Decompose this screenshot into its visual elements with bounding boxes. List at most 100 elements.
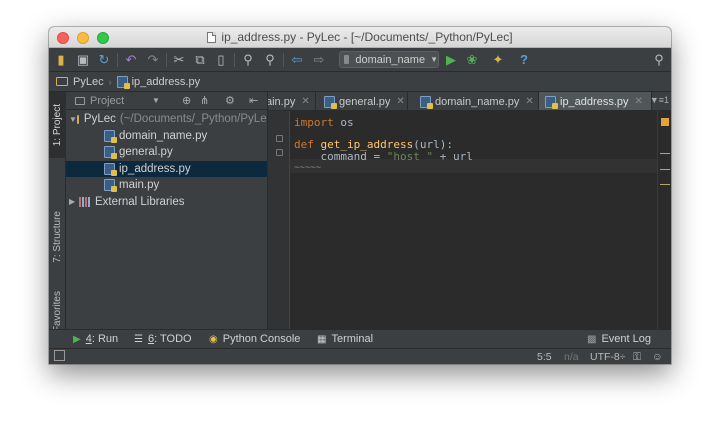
close-tab-icon[interactable]: ✕	[635, 96, 643, 107]
code-text: + url	[433, 150, 473, 163]
close-window-button[interactable]	[57, 32, 69, 44]
close-tab-icon[interactable]: ✕	[396, 96, 404, 107]
python-file-icon	[545, 95, 558, 109]
tab-label: domain_name.py	[435, 95, 520, 108]
tree-external-libraries[interactable]: ▶ External Libraries	[66, 194, 267, 211]
editor-tab-ip-address[interactable]: ip_address.py ✕	[539, 92, 652, 110]
sync-icon[interactable]: ↻	[96, 52, 112, 68]
terminal-label: Terminal	[331, 333, 374, 345]
hide-panel-icon[interactable]: ⇤	[249, 94, 258, 107]
project-panel-header: Project ▼ ⊕ ⋔ ⚙ ⇤	[66, 92, 267, 110]
tree-file[interactable]: main.py	[66, 177, 267, 194]
locate-icon[interactable]: ⊕	[182, 94, 191, 107]
editor-gutter[interactable]	[268, 111, 290, 329]
event-log-button[interactable]: ▩ Event Log	[587, 333, 651, 345]
gear-icon[interactable]: ⚙	[225, 94, 235, 107]
ide-window: ip_address.py - PyLec - [~/Documents/_Py…	[49, 27, 671, 364]
cut-icon[interactable]: ✂	[171, 52, 187, 68]
line-separator-status[interactable]: n/a	[564, 351, 579, 363]
todo-tool-button[interactable]: ☰ 6: TODO	[134, 333, 192, 345]
warning-marker[interactable]	[660, 184, 670, 185]
expand-down-icon[interactable]: ▼	[69, 115, 77, 124]
code-editor[interactable]: import os def get_ip_address(url): comma…	[290, 111, 657, 329]
tab-structure-label: 7: Structure	[52, 211, 63, 263]
run-label: : Run	[91, 333, 119, 345]
library-icon	[79, 196, 91, 207]
inspector-icon[interactable]: ☺	[652, 351, 663, 363]
project-panel: Project ▼ ⊕ ⋔ ⚙ ⇤ ▼ PyLec (~/Documents/_…	[66, 92, 268, 329]
toolbar-separator	[283, 53, 284, 67]
terminal-icon: ▦	[317, 333, 327, 345]
fold-marker-icon[interactable]	[276, 135, 283, 142]
python-console-icon: ◉	[209, 333, 218, 345]
breadcrumb-file[interactable]: ip_address.py	[132, 76, 201, 88]
tab-project-label: 1: Project	[52, 103, 63, 147]
editor-tab-domain-name[interactable]: domain_name.py ✕	[414, 92, 539, 110]
tree-file[interactable]: domain_name.py	[66, 128, 267, 145]
forward-icon[interactable]: ⇨	[311, 52, 327, 68]
copy-icon[interactable]: ⧉	[192, 52, 208, 68]
minimize-window-button[interactable]	[77, 32, 89, 44]
expand-right-icon[interactable]: ▶	[69, 197, 79, 206]
chevron-down-icon[interactable]: ▼	[152, 96, 160, 105]
tree-file-selected[interactable]: ip_address.py	[66, 160, 267, 177]
tool-window-bar: ▶ 4: Run ☰ 6: TODO ◉ Python Console ▦ Te…	[49, 329, 671, 348]
tab-label: ain.py	[268, 95, 296, 108]
run-icon: ▶	[73, 333, 81, 345]
lock-icon[interactable]: ⚿	[633, 351, 641, 364]
fold-marker-icon[interactable]	[276, 149, 283, 156]
coverage-icon[interactable]: ✦	[490, 52, 506, 68]
project-view-select[interactable]: Project	[90, 95, 124, 107]
search-icon[interactable]: ⚲	[651, 52, 667, 68]
python-file-icon	[116, 75, 130, 89]
breadcrumb-project[interactable]: PyLec	[73, 76, 104, 88]
error-stripe[interactable]	[657, 111, 671, 329]
terminal-button[interactable]: ▦ Terminal	[317, 333, 373, 345]
toolbar-separator	[166, 53, 167, 67]
undo-icon[interactable]: ↶	[123, 52, 139, 68]
navigation-breadcrumb: PyLec › ip_address.py	[49, 72, 671, 92]
collapse-all-icon[interactable]: ⋔	[200, 94, 209, 107]
toggle-tool-windows-icon[interactable]	[54, 350, 65, 361]
tree-root[interactable]: ▼ PyLec (~/Documents/_Python/PyLec	[66, 111, 267, 128]
tree-file[interactable]: general.py	[66, 144, 267, 161]
maximize-window-button[interactable]	[97, 32, 109, 44]
left-tool-strip: 1: Project 7: Structure 2: Favorites	[49, 92, 66, 343]
code-line-4: ~~~~~	[294, 163, 322, 173]
replace-icon[interactable]: ⚲	[262, 52, 278, 68]
redo-icon[interactable]: ↷	[145, 52, 161, 68]
file-encoding[interactable]: UTF-8÷	[590, 351, 626, 363]
debug-icon[interactable]: ❀	[464, 52, 480, 68]
find-icon[interactable]: ⚲	[240, 52, 256, 68]
help-icon[interactable]: ?	[516, 52, 532, 68]
todo-icon: ☰	[134, 333, 143, 345]
tab-structure[interactable]: 7: Structure	[49, 198, 66, 276]
run-tool-button[interactable]: ▶ 4: Run	[73, 333, 118, 345]
open-folder-icon[interactable]: ▮	[53, 52, 69, 68]
warning-icon[interactable]	[661, 118, 669, 126]
paste-icon[interactable]: ▯	[213, 52, 229, 68]
string-literal: "host "	[386, 150, 434, 163]
tab-project[interactable]: 1: Project	[49, 92, 66, 158]
event-log-label: Event Log	[601, 333, 651, 345]
tab-overflow-button[interactable]: ▼≡1	[650, 95, 669, 105]
title-bar: ip_address.py - PyLec - [~/Documents/_Py…	[49, 27, 671, 48]
editor-tab-main[interactable]: ain.py ✕	[268, 92, 316, 110]
breadcrumb-separator: ›	[108, 76, 112, 87]
back-icon[interactable]: ⇦	[289, 52, 305, 68]
python-file-icon	[104, 129, 117, 143]
chevron-down-icon: ▼	[430, 55, 438, 64]
python-console-button[interactable]: ◉ Python Console	[209, 333, 300, 345]
warning-marker[interactable]	[660, 153, 670, 154]
caret-position[interactable]: 5:5	[537, 351, 552, 363]
tab-label: ip_address.py	[560, 95, 629, 108]
close-tab-icon[interactable]: ✕	[525, 96, 533, 107]
close-tab-icon[interactable]: ✕	[301, 96, 309, 107]
run-configuration-select[interactable]: domain_name ▼	[339, 51, 439, 68]
run-icon[interactable]: ▶	[443, 52, 459, 68]
save-icon[interactable]: ▣	[75, 52, 91, 68]
editor-tab-bar: ain.py ✕ general.py ✕ domain_name.py ✕ i…	[268, 92, 671, 111]
warning-marker[interactable]	[660, 169, 670, 170]
root-path: (~/Documents/_Python/PyLec	[119, 113, 268, 126]
editor-tab-general[interactable]: general.py ✕	[318, 92, 408, 110]
